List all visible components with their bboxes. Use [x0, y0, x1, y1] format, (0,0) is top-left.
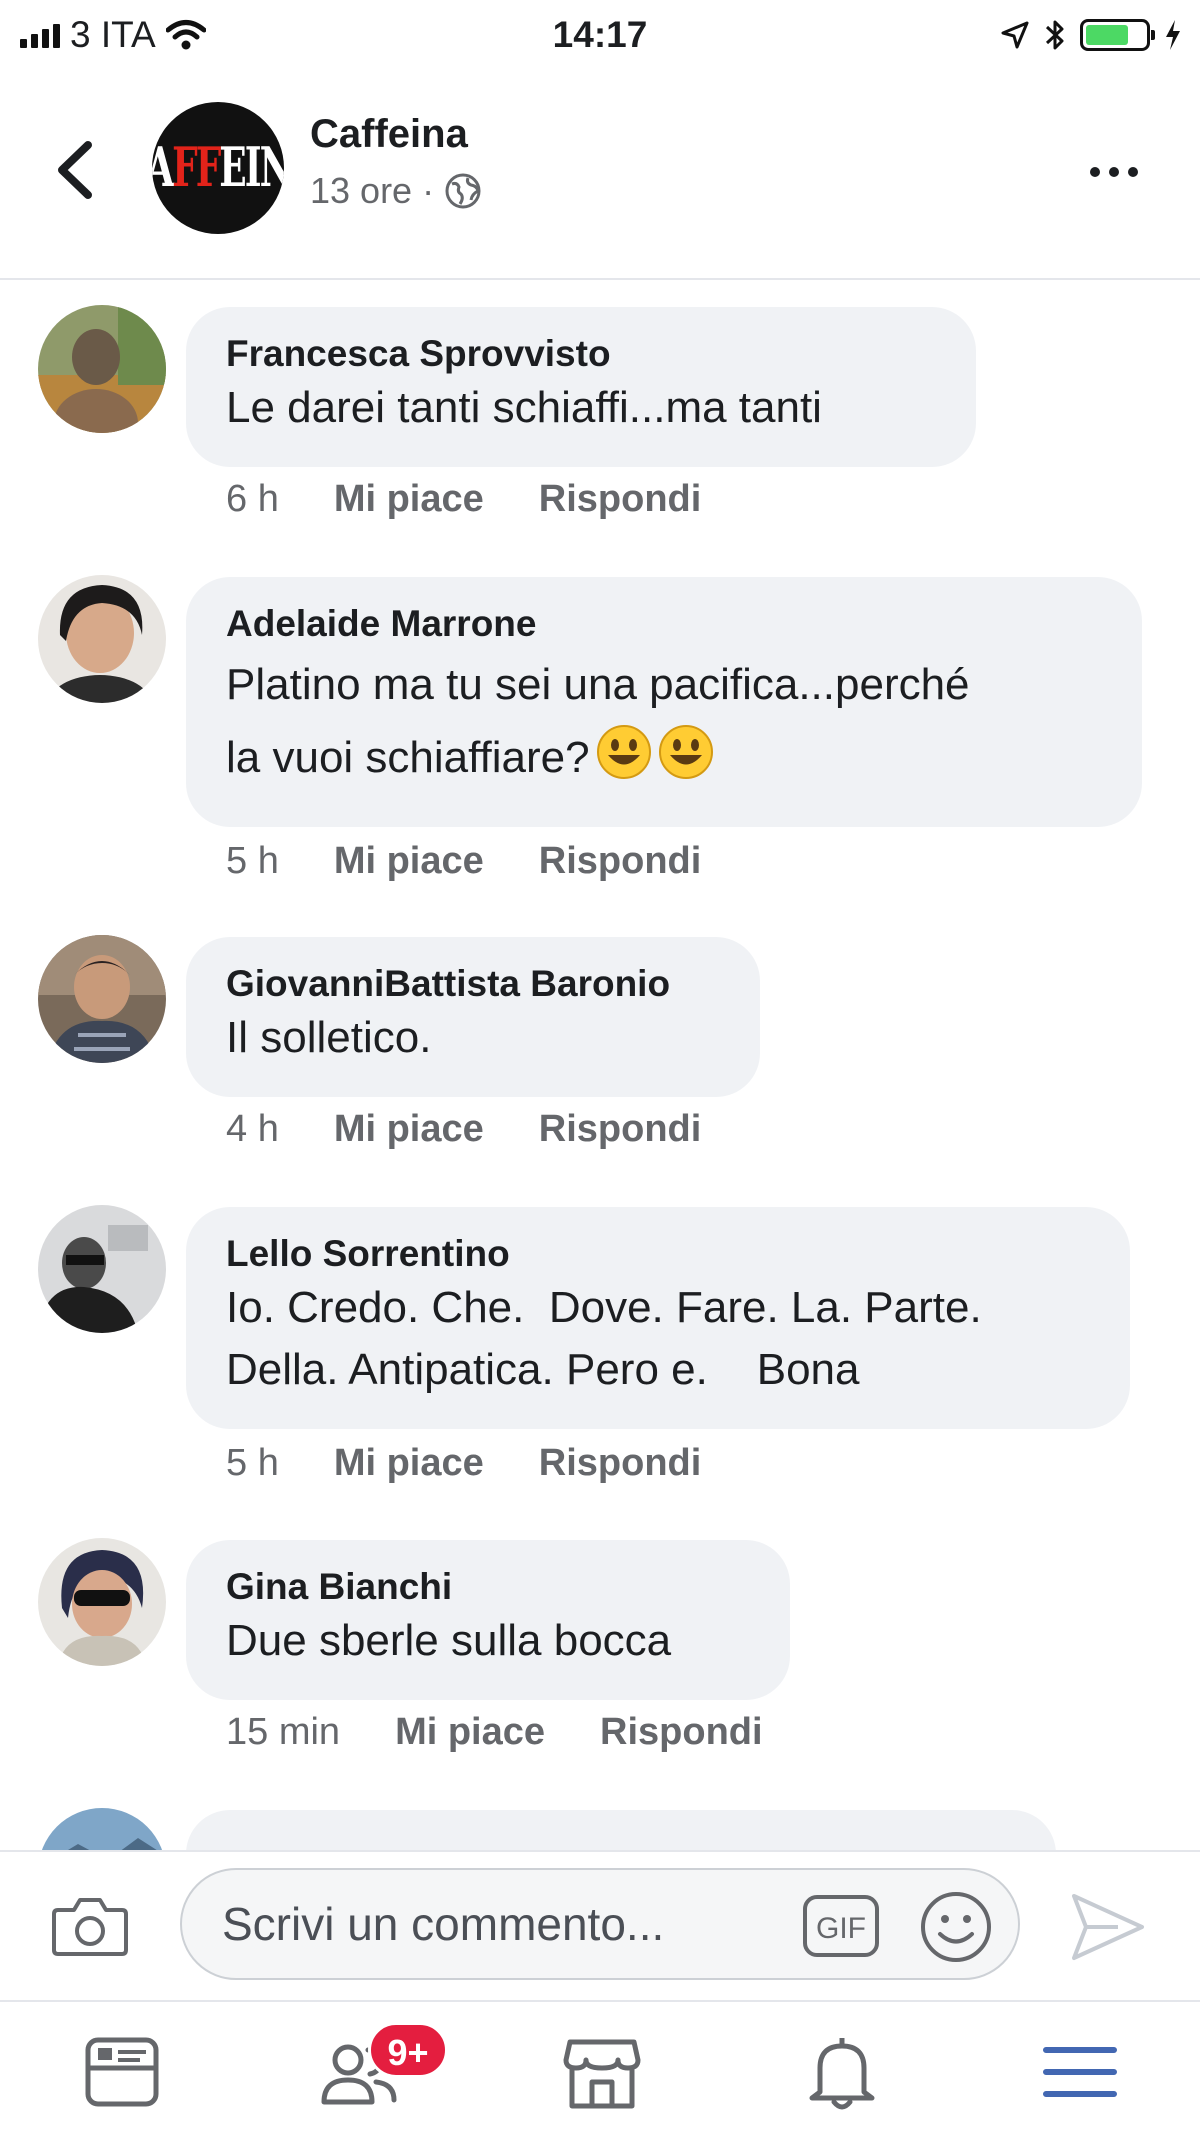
emoji-icon[interactable]	[918, 1889, 994, 1965]
comment-text-line: Io. Credo. Che. Dove. Fare. La. Parte.	[226, 1283, 982, 1332]
notifications-bell-icon[interactable]	[802, 2032, 882, 2112]
comment-author[interactable]: Lello Sorrentino	[226, 1231, 1090, 1277]
reply-button[interactable]: Rispondi	[539, 839, 702, 883]
post-meta: 13 ore ·	[310, 170, 482, 212]
caffeina-logo: CAFFEINA	[152, 136, 284, 200]
smile-emoji-icon	[596, 725, 651, 779]
reply-button[interactable]: Rispondi	[600, 1710, 763, 1754]
post-header: CAFFEINA Caffeina 13 ore ·	[0, 70, 1200, 280]
comment-time: 4 h	[226, 1108, 279, 1150]
more-options-icon[interactable]	[1090, 160, 1150, 184]
post-time: 13 ore	[310, 170, 413, 211]
comment-bubble[interactable]: Lello Sorrentino Io. Credo. Che. Dove. F…	[186, 1207, 1130, 1429]
news-feed-icon[interactable]	[82, 2032, 162, 2112]
comment-time: 6 h	[226, 478, 279, 520]
avatar[interactable]	[38, 575, 166, 703]
gif-icon: GIF	[803, 1895, 879, 1957]
comment-author[interactable]: Gina Bianchi	[226, 1564, 750, 1610]
friends-badge: 9+	[368, 2022, 448, 2078]
avatar[interactable]	[38, 1205, 166, 1333]
status-bar: 3 ITA 14:17	[0, 0, 1200, 70]
comment-text-line: Della. Antipatica. Pero e. Bona	[226, 1345, 860, 1394]
meta-separator: ·	[422, 170, 435, 211]
avatar[interactable]	[38, 305, 166, 433]
location-icon	[1001, 21, 1029, 49]
comment-text: Il solletico.	[226, 1013, 432, 1062]
comment-author[interactable]: Adelaide Marrone	[226, 601, 1102, 647]
gif-label: GIF	[816, 1912, 866, 1945]
like-button[interactable]: Mi piace	[334, 1107, 484, 1151]
comment-bubble[interactable]: GiovanniBattista Baronio Il solletico.	[186, 937, 760, 1097]
comment-time: 5 h	[226, 1442, 279, 1484]
reply-button[interactable]: Rispondi	[539, 477, 702, 521]
comment-actions: 5 h Mi piace Rispondi	[226, 839, 701, 883]
comment-author[interactable]: Francesca Sprovvisto	[226, 331, 936, 377]
comment-time: 15 min	[226, 1711, 341, 1753]
comment-text-line-with-emoji: la vuoi schiaffiare?	[226, 723, 1102, 793]
page-avatar-logo[interactable]: CAFFEINA	[152, 102, 284, 234]
like-button[interactable]: Mi piace	[395, 1710, 545, 1754]
back-icon[interactable]	[50, 135, 100, 205]
avatar[interactable]	[38, 1538, 166, 1666]
gif-button[interactable]: GIF	[802, 1894, 880, 1958]
comment-text-line: la vuoi schiaffiare?	[226, 733, 590, 782]
bluetooth-icon	[1045, 20, 1064, 50]
smile-emoji-icon	[658, 725, 713, 779]
reply-button[interactable]: Rispondi	[539, 1107, 702, 1151]
comment-text: Due sberle sulla bocca	[226, 1616, 672, 1665]
comment-time: 5 h	[226, 840, 279, 882]
battery-icon	[1080, 19, 1155, 51]
comment-actions: 5 h Mi piace Rispondi	[226, 1441, 701, 1485]
page-name[interactable]: Caffeina	[310, 112, 468, 157]
marketplace-icon[interactable]	[562, 2032, 642, 2112]
comment-actions: 15 min Mi piace Rispondi	[226, 1710, 763, 1754]
reply-button[interactable]: Rispondi	[539, 1441, 702, 1485]
comment-text-line: Platino ma tu sei una pacifica...perché	[226, 660, 970, 709]
comment-bubble[interactable]: Gina Bianchi Due sberle sulla bocca	[186, 1540, 790, 1700]
like-button[interactable]: Mi piace	[334, 477, 484, 521]
comment-actions: 4 h Mi piace Rispondi	[226, 1107, 701, 1151]
avatar[interactable]	[38, 935, 166, 1063]
charging-icon	[1166, 20, 1180, 50]
like-button[interactable]: Mi piace	[334, 839, 484, 883]
comment-bubble[interactable]: Francesca Sprovvisto Le darei tanti schi…	[186, 307, 976, 467]
comment-input[interactable]	[180, 1868, 1020, 1980]
comment-bubble[interactable]: Adelaide Marrone Platino ma tu sei una p…	[186, 577, 1142, 827]
comment-composer: GIF	[0, 1850, 1200, 2000]
camera-icon[interactable]	[50, 1890, 130, 1960]
comment-text: Le darei tanti schiaffi...ma tanti	[226, 383, 822, 432]
comment-author[interactable]: GiovanniBattista Baronio	[226, 961, 720, 1007]
like-button[interactable]: Mi piace	[334, 1441, 484, 1485]
globe-icon	[445, 173, 481, 209]
bottom-tab-bar: 9+	[0, 2000, 1200, 2137]
comment-actions: 6 h Mi piace Rispondi	[226, 477, 701, 521]
menu-icon[interactable]	[1040, 2032, 1120, 2112]
send-icon[interactable]	[1068, 1890, 1148, 1964]
